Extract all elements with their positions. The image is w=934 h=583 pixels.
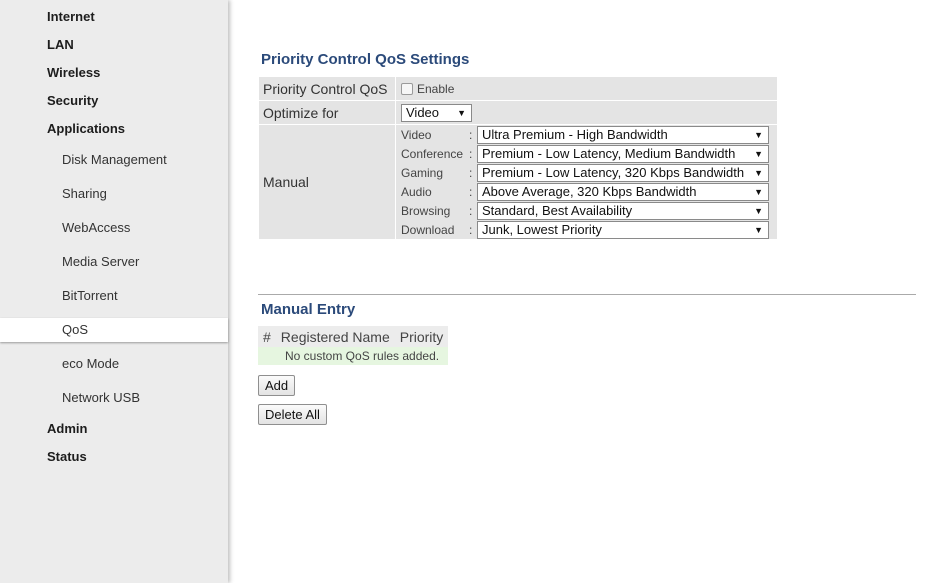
dropdown-arrow-icon: ▼: [754, 186, 763, 197]
sidebar-item-security[interactable]: Security: [47, 93, 217, 108]
sidebar-item-label: Security: [47, 93, 99, 108]
manual-row-gaming: Gaming : Premium - Low Latency, 320 Kbps…: [401, 163, 777, 182]
manual-download-value: Junk, Lowest Priority: [482, 222, 602, 237]
sidebar-item-label: Internet: [47, 9, 95, 24]
dropdown-arrow-icon: ▼: [754, 205, 763, 216]
delete-all-button[interactable]: Delete All: [258, 404, 327, 425]
sidebar-item-admin[interactable]: Admin: [47, 421, 217, 436]
enable-label: Enable: [417, 81, 455, 96]
sidebar-item-label: WebAccess: [62, 220, 131, 235]
enable-checkbox[interactable]: [401, 82, 413, 95]
empty-rules-message: No custom QoS rules added.: [258, 347, 449, 365]
sidebar-item-media-server[interactable]: Media Server: [0, 254, 228, 272]
manual-row-colon: :: [469, 165, 473, 180]
sidebar-item-sharing[interactable]: Sharing: [0, 186, 228, 204]
manual-entry-title: Manual Entry: [261, 301, 356, 318]
optimize-for-value: Video: [406, 105, 440, 120]
manual-row-label: Audio: [401, 184, 432, 199]
manual-entry-table: # Registered Name Priority No custom QoS…: [258, 326, 449, 365]
dropdown-arrow-icon: ▼: [754, 167, 763, 178]
priority-control-cell: Enable: [396, 77, 777, 100]
manual-row-colon: :: [469, 146, 473, 161]
manual-browsing-select[interactable]: Standard, Best Availability ▼: [477, 201, 769, 220]
manual-audio-value: Above Average, 320 Kbps Bandwidth: [482, 184, 697, 199]
manual-cell: Video : Ultra Premium - High Bandwidth ▼ …: [396, 125, 777, 239]
manual-download-select[interactable]: Junk, Lowest Priority ▼: [477, 220, 769, 239]
sidebar-item-lan[interactable]: LAN: [47, 37, 217, 52]
optimize-for-select[interactable]: Video ▼: [401, 103, 472, 122]
manual-row-video: Video : Ultra Premium - High Bandwidth ▼: [401, 125, 777, 144]
enable-checkbox-wrap[interactable]: Enable: [401, 82, 454, 96]
qos-settings-table: Priority Control QoS Enable Optimize for…: [258, 76, 778, 240]
sidebar-item-label: Status: [47, 449, 87, 464]
sidebar-item-eco-mode[interactable]: eco Mode: [0, 356, 228, 374]
sidebar-item-label: BitTorrent: [62, 288, 118, 303]
sidebar-item-label: Applications: [47, 121, 126, 136]
dropdown-arrow-icon: ▼: [457, 107, 466, 118]
sidebar-item-status[interactable]: Status: [47, 449, 217, 464]
sidebar-item-internet[interactable]: Internet: [47, 9, 217, 24]
sidebar-item-label: Sharing: [62, 186, 107, 201]
column-header-priority: Priority: [394, 326, 449, 347]
manual-gaming-select[interactable]: Premium - Low Latency, 320 Kbps Bandwidt…: [477, 163, 769, 182]
manual-row-label: Conference: [401, 146, 464, 161]
sidebar-item-label: QoS: [62, 322, 89, 337]
sidebar-item-label: Admin: [47, 421, 88, 436]
manual-row-download: Download : Junk, Lowest Priority ▼: [401, 220, 777, 239]
manual-conference-select[interactable]: Premium - Low Latency, Medium Bandwidth ▼: [477, 144, 769, 163]
dropdown-arrow-icon: ▼: [754, 224, 763, 235]
add-button[interactable]: Add: [258, 375, 296, 396]
sidebar-item-label: eco Mode: [62, 356, 120, 371]
manual-row-label: Download: [401, 222, 455, 237]
manual-row-colon: :: [469, 184, 473, 199]
sidebar-item-label: Network USB: [62, 390, 141, 405]
column-header-number: #: [258, 326, 276, 347]
qos-settings-title: Priority Control QoS Settings: [261, 51, 470, 68]
sidebar-item-qos[interactable]: QoS: [0, 318, 228, 342]
manual-row-colon: :: [469, 222, 473, 237]
manual-row-label: Gaming: [401, 165, 444, 180]
manual-row-colon: :: [469, 203, 473, 218]
sidebar-item-wireless[interactable]: Wireless: [47, 65, 217, 80]
sidebar: Internet LAN Wireless Security Applicati…: [0, 0, 228, 583]
sidebar-item-applications[interactable]: Applications: [47, 121, 217, 136]
manual-row-conference: Conference : Premium - Low Latency, Medi…: [401, 144, 777, 163]
sidebar-item-webaccess[interactable]: WebAccess: [0, 220, 228, 238]
manual-row-colon: :: [469, 127, 473, 142]
priority-control-label: Priority Control QoS: [259, 77, 395, 100]
sidebar-item-label: Media Server: [62, 254, 140, 269]
manual-row-label: Video: [401, 127, 432, 142]
manual-browsing-value: Standard, Best Availability: [482, 203, 633, 218]
optimize-for-label: Optimize for: [259, 101, 395, 124]
sidebar-item-bittorrent[interactable]: BitTorrent: [0, 288, 228, 306]
sidebar-item-label: Wireless: [47, 65, 101, 80]
sidebar-item-label: LAN: [47, 37, 74, 52]
main-content: Priority Control QoS Settings Priority C…: [228, 0, 934, 583]
manual-row-browsing: Browsing : Standard, Best Availability ▼: [401, 201, 777, 220]
manual-conference-value: Premium - Low Latency, Medium Bandwidth: [482, 146, 736, 161]
sidebar-item-network-usb[interactable]: Network USB: [0, 390, 228, 408]
sidebar-item-disk-management[interactable]: Disk Management: [0, 152, 228, 170]
dropdown-arrow-icon: ▼: [754, 148, 763, 159]
sidebar-item-label: Disk Management: [62, 152, 167, 167]
section-divider: [258, 294, 916, 295]
manual-row-audio: Audio : Above Average, 320 Kbps Bandwidt…: [401, 182, 777, 201]
manual-audio-select[interactable]: Above Average, 320 Kbps Bandwidth ▼: [477, 182, 769, 201]
column-header-registered-name: Registered Name: [275, 326, 395, 347]
manual-video-value: Ultra Premium - High Bandwidth: [482, 127, 668, 142]
dropdown-arrow-icon: ▼: [754, 129, 763, 140]
manual-row-label: Browsing: [401, 203, 451, 218]
manual-video-select[interactable]: Ultra Premium - High Bandwidth ▼: [477, 125, 769, 144]
optimize-for-cell: Video ▼: [396, 101, 777, 124]
manual-label: Manual: [259, 125, 395, 239]
manual-gaming-value: Premium - Low Latency, 320 Kbps Bandwidt…: [482, 165, 745, 180]
